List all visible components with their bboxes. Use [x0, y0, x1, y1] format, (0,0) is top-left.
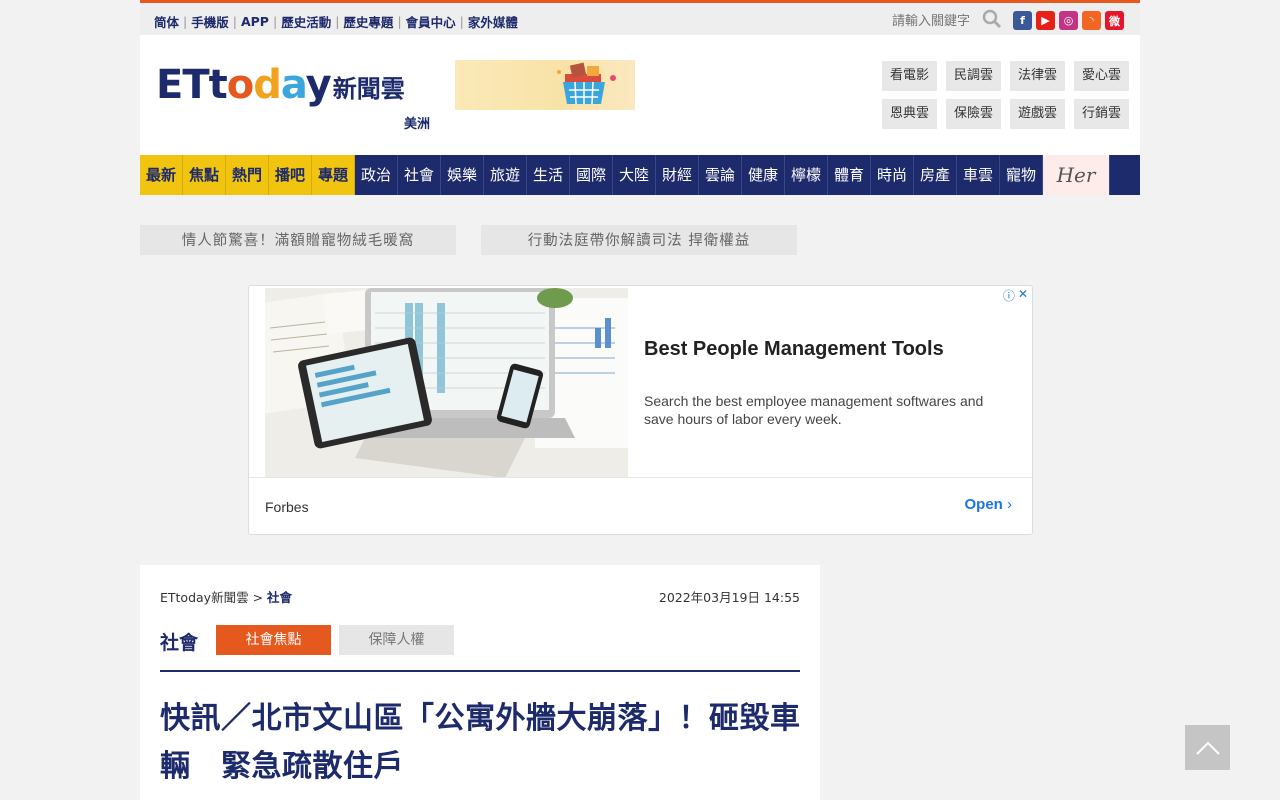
cloud-link[interactable]: 民調雲 [946, 61, 1001, 91]
top-utility-bar: 简体|手機版|APP|歷史活動|歷史專題|會員中心|家外媒體 f▶◎◝微 [140, 3, 1140, 35]
ad-divider [249, 477, 1032, 478]
logo-letter: o [226, 62, 255, 108]
nav-item[interactable]: 生活 [527, 155, 570, 195]
breadcrumb-separator: > [252, 590, 264, 605]
logo-letter: d [253, 62, 282, 108]
site-header: ETt oday 新聞雲 美洲 看電影 民調雲 法律雲 愛心雲恩典雲 保險雲 遊戲雲 行銷雲 [140, 35, 1140, 155]
site-logo[interactable]: ETt oday 新聞雲 [156, 63, 405, 107]
breadcrumb: ETtoday新聞雲 > 社會 [160, 587, 292, 606]
tag-social-focus[interactable]: 社會焦點 [216, 625, 331, 655]
nav-item[interactable]: 檸檬 [785, 155, 828, 195]
ad-description: Search the best employee management soft… [644, 393, 984, 427]
logo-et: ETt [156, 62, 228, 108]
ad-title[interactable]: Best People Management Tools [644, 338, 944, 361]
top-link[interactable]: APP [241, 14, 269, 29]
nav-item-featured[interactable]: 焦點 [183, 155, 226, 195]
link-separator: | [183, 14, 188, 29]
ad-close-icon[interactable]: ✕ [1018, 287, 1028, 304]
chevron-up-icon [1195, 741, 1220, 755]
link-separator: | [459, 14, 464, 29]
link-separator: | [397, 14, 402, 29]
nav-item[interactable]: 時尚 [871, 155, 914, 195]
logo-oday: oday [226, 62, 332, 108]
cloud-links-grid: 看電影 民調雲 法律雲 愛心雲恩典雲 保險雲 遊戲雲 行銷雲 [882, 61, 1129, 129]
ad-brand: Forbes [265, 499, 309, 515]
nav-item[interactable]: 社會 [398, 155, 441, 195]
nav-item[interactable]: 旅遊 [484, 155, 527, 195]
instagram-icon[interactable]: ◎ [1059, 11, 1078, 30]
nav-item[interactable]: 娛樂 [441, 155, 484, 195]
logo-letter: a [280, 62, 307, 108]
article-card: ETtoday新聞雲 > 社會 2022年03月19日 14:55 社會 社會焦… [140, 565, 820, 800]
weibo-icon[interactable]: 微 [1105, 11, 1124, 30]
article-date: 2022年03月19日 14:55 [658, 590, 800, 605]
tag-human-rights[interactable]: 保障人權 [339, 625, 454, 655]
cloud-link[interactable]: 遊戲雲 [1010, 99, 1065, 129]
nav-item[interactable]: 體育 [828, 155, 871, 195]
nav-item-featured[interactable]: 熱門 [226, 155, 269, 195]
nav-item[interactable]: 健康 [742, 155, 785, 195]
facebook-icon[interactable]: f [1013, 11, 1032, 30]
ad-image[interactable] [265, 288, 628, 477]
nav-item[interactable]: 房產 [914, 155, 957, 195]
breadcrumb-section[interactable]: 社會 [267, 590, 292, 605]
ad-open-button[interactable]: Open › [964, 496, 1012, 513]
cloud-link[interactable]: 恩典雲 [882, 99, 937, 129]
nav-item[interactable]: 寵物 [1000, 155, 1043, 195]
section-divider [160, 670, 800, 672]
top-link[interactable]: 歷史活動 [281, 12, 331, 31]
logo-cloud-text: 新聞雲 [332, 75, 405, 103]
cloud-link[interactable]: 愛心雲 [1074, 61, 1129, 91]
top-link[interactable]: 简体 [154, 12, 179, 31]
nav-item-featured[interactable]: 最新 [140, 155, 183, 195]
cloud-link[interactable]: 行銷雲 [1074, 99, 1129, 129]
nav-item[interactable]: 國際 [570, 155, 613, 195]
promo-link-1[interactable]: 情人節驚喜！滿額贈寵物絨毛暖窩 [140, 225, 456, 255]
top-link[interactable]: 家外媒體 [468, 12, 518, 31]
youtube-icon[interactable]: ▶ [1036, 11, 1055, 30]
search-input[interactable] [892, 12, 982, 30]
nav-item[interactable]: 政治 [355, 155, 398, 195]
logo-letter: y [305, 62, 332, 108]
nav-item[interactable]: 大陸 [613, 155, 656, 195]
back-to-top-button[interactable] [1185, 725, 1230, 770]
rss-icon[interactable]: ◝ [1082, 11, 1101, 30]
ad-open-label: Open [964, 496, 1003, 513]
top-link[interactable]: 歷史專題 [343, 12, 393, 31]
chevron-right-icon: › [1007, 496, 1012, 513]
promo-link-2[interactable]: 行動法庭帶你解讀司法 捍衛權益 [481, 225, 797, 255]
nav-item[interactable]: 車雲 [957, 155, 1000, 195]
link-separator: | [335, 14, 340, 29]
cloud-link[interactable]: 法律雲 [1010, 61, 1065, 91]
nav-item[interactable]: 財經 [656, 155, 699, 195]
social-links: f ▶ ◎ ◝ 微 [1013, 11, 1124, 30]
link-separator: | [232, 14, 237, 29]
cloud-link[interactable]: 保險雲 [946, 99, 1001, 129]
region-label: 美洲 [404, 117, 431, 132]
breadcrumb-home[interactable]: ETtoday新聞雲 [160, 590, 249, 605]
shopping-banner[interactable] [455, 60, 635, 110]
section-title[interactable]: 社會 [160, 628, 198, 655]
article-headline: 快訊／北市文山區「公寓外牆大崩落」！砸毀車輛 緊急疏散住戶 [160, 701, 801, 784]
ad-card[interactable]: ⓘ ✕ Best People Management Tools Search … [248, 285, 1033, 535]
nav-item[interactable]: 雲論 [699, 155, 742, 195]
top-links: 简体 | 手機版 | APP | 歷史活動 | 歷史專題 | 會員中心 | 家外媒體 [154, 12, 518, 31]
top-link[interactable]: 會員中心 [406, 12, 456, 31]
nav-item-featured[interactable]: 播吧 [269, 155, 312, 195]
nav-item-featured[interactable]: 專題 [312, 155, 355, 195]
search-icon[interactable] [982, 9, 1002, 29]
main-nav: 最新 焦點 熱門 播吧 專題 政治 社會 娛樂 旅遊 生活 國際 大陸 財經 雲論 健康 檸檬 體育 時尚 房產 車雲… [140, 155, 1140, 195]
ad-info-icon[interactable]: ⓘ [1003, 287, 1015, 304]
top-link[interactable]: 手機版 [191, 12, 229, 31]
link-separator: | [272, 14, 278, 29]
cloud-link[interactable]: 看電影 [882, 61, 937, 91]
ad-controls: ⓘ ✕ [1003, 287, 1028, 304]
nav-her-logo[interactable]: Her [1043, 155, 1110, 195]
